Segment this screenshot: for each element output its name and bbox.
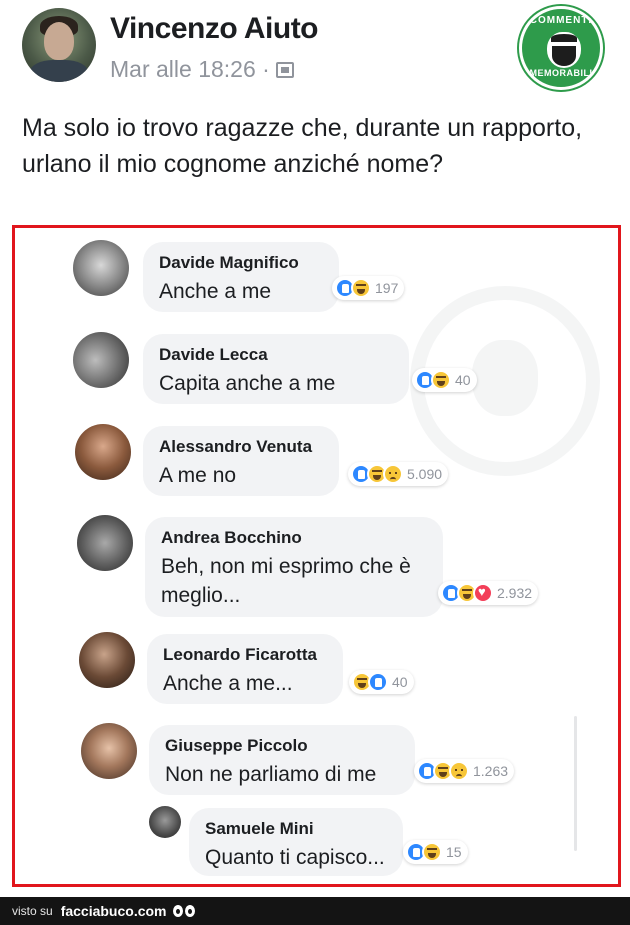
commenter-name[interactable]: Leonardo Ficarotta <box>163 644 327 666</box>
love-reaction-icon <box>473 583 493 603</box>
haha-reaction-icon <box>351 278 371 298</box>
scrollbar[interactable] <box>574 716 577 851</box>
haha-reaction-icon <box>431 370 451 390</box>
logo-bottom-text: MEMORABILI <box>529 68 593 78</box>
watermark-footer: visto su facciabuco.com <box>0 897 630 925</box>
post-author[interactable]: Vincenzo Aiuto <box>110 12 319 46</box>
comment-bubble: Giuseppe Piccolo Non ne parliamo di me <box>149 725 415 795</box>
reaction-count: 40 <box>392 674 408 690</box>
commenter-name[interactable]: Davide Lecca <box>159 344 393 366</box>
commenter-name[interactable]: Davide Magnifico <box>159 252 323 274</box>
comment-bubble: Andrea Bocchino Beh, non mi esprimo che … <box>145 517 443 617</box>
commenti-memorabili-logo: COMMENTI MEMORABILI <box>519 6 603 90</box>
reactions-summary[interactable]: 197 <box>332 276 405 300</box>
reaction-count: 15 <box>446 844 462 860</box>
like-reaction-icon <box>368 672 388 692</box>
audience-icon[interactable] <box>275 61 294 78</box>
reaction-count: 2.932 <box>497 585 533 601</box>
reactions-summary[interactable]: 1.263 <box>414 759 515 783</box>
reactions-summary[interactable]: 40 <box>412 368 477 392</box>
post-header: Vincenzo Aiuto Mar alle 18:26 · COMMENTI… <box>22 6 612 98</box>
sad-reaction-icon <box>383 464 403 484</box>
comment-text: Beh, non mi esprimo che è meglio... <box>161 555 411 607</box>
commenter-avatar[interactable] <box>73 240 129 296</box>
commenter-avatar[interactable] <box>75 424 131 480</box>
bearded-face-icon <box>547 32 581 68</box>
reaction-count: 40 <box>455 372 471 388</box>
reactions-summary[interactable]: 2.932 <box>438 581 539 605</box>
reactions-summary[interactable]: 5.090 <box>348 462 449 486</box>
post-time[interactable]: Mar alle 18:26 · <box>110 56 270 83</box>
comment-text: Non ne parliamo di me <box>165 763 377 786</box>
commenter-avatar[interactable] <box>73 332 129 388</box>
comments-frame: Davide Magnifico Anche a me 197 Davide L… <box>12 225 621 887</box>
commenter-name[interactable]: Alessandro Venuta <box>159 436 323 458</box>
eyes-icon <box>172 905 195 917</box>
comment-text: Anche a me <box>159 280 272 303</box>
commenter-avatar[interactable] <box>79 632 135 688</box>
author-avatar[interactable] <box>22 8 96 82</box>
logo-top-text: COMMENTI <box>529 15 593 26</box>
reaction-count: 197 <box>375 280 399 296</box>
comment-text: A me no <box>159 464 237 487</box>
reaction-count: 1.263 <box>473 763 509 779</box>
footer-brand[interactable]: facciabuco.com <box>61 903 167 919</box>
commenter-name[interactable]: Samuele Mini <box>205 818 387 840</box>
comment-bubble: Leonardo Ficarotta Anche a me... <box>147 634 343 704</box>
sad-reaction-icon <box>449 761 469 781</box>
comment-text: Capita anche a me <box>159 372 336 395</box>
comment-text: Anche a me... <box>163 672 293 695</box>
haha-reaction-icon <box>422 842 442 862</box>
post-meta: Mar alle 18:26 · <box>110 56 294 83</box>
comment-bubble: Samuele Mini Quanto ti capisco... <box>189 808 403 876</box>
comment-bubble: Davide Lecca Capita anche a me <box>143 334 409 404</box>
reactions-summary[interactable]: 15 <box>403 840 468 864</box>
comment-text: Quanto ti capisco... <box>205 846 385 869</box>
footer-visto-text: visto su <box>12 904 53 918</box>
commenter-avatar[interactable] <box>81 723 137 779</box>
post-text: Ma solo io trovo ragazze che, durante un… <box>22 114 583 178</box>
commenter-avatar[interactable] <box>77 515 133 571</box>
reactions-summary[interactable]: 40 <box>349 670 414 694</box>
commenter-name[interactable]: Giuseppe Piccolo <box>165 735 399 757</box>
comment-bubble: Alessandro Venuta A me no <box>143 426 339 496</box>
comment-bubble: Davide Magnifico Anche a me <box>143 242 339 312</box>
commenter-name[interactable]: Andrea Bocchino <box>161 527 427 549</box>
reaction-count: 5.090 <box>407 466 443 482</box>
commenter-avatar[interactable] <box>149 806 181 838</box>
